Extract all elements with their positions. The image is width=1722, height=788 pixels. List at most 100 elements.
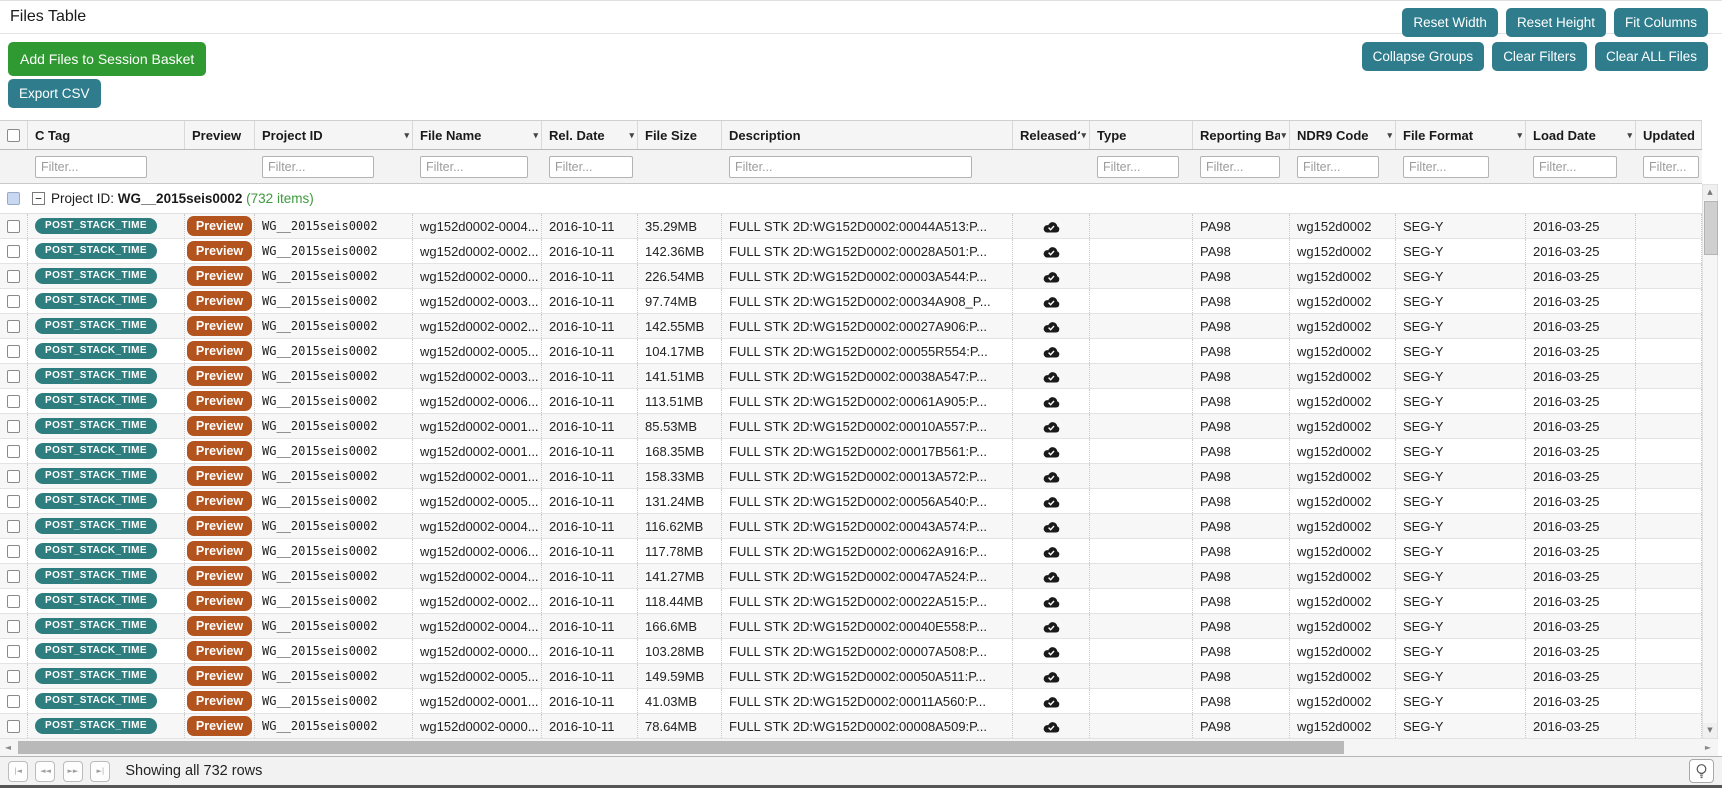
column-header-project_id[interactable]: Project ID ▾ [255,121,413,149]
preview-button[interactable]: Preview [186,416,253,436]
column-menu-icon[interactable]: ▾ [1517,130,1522,141]
group-checkbox[interactable] [7,192,20,205]
preview-button[interactable]: Preview [186,716,253,736]
filter-input-load_date[interactable] [1533,155,1617,178]
row-checkbox[interactable] [7,519,20,533]
column-menu-icon[interactable]: ▾ [1387,130,1392,141]
preview-button[interactable]: Preview [186,691,253,711]
vertical-scrollbar[interactable]: ▲ ▼ [1702,184,1718,739]
preview-button[interactable]: Preview [186,291,253,311]
preview-button[interactable]: Preview [186,566,253,586]
row-checkbox[interactable] [7,569,20,583]
preview-button[interactable]: Preview [186,491,253,511]
horizontal-scroll-thumb[interactable] [18,741,1344,754]
row-checkbox[interactable] [7,369,20,383]
row-checkbox[interactable] [7,719,20,733]
column-header-file_name[interactable]: File Name ▾ [413,121,542,149]
filter-input-project_id[interactable] [262,155,374,178]
add-files-to-session-basket-button[interactable]: Add Files to Session Basket [8,42,207,76]
row-checkbox[interactable] [7,344,20,358]
filter-input-type[interactable] [1097,155,1179,178]
row-checkbox[interactable] [7,669,20,683]
row-checkbox[interactable] [7,419,20,433]
column-menu-icon[interactable]: ▾ [404,130,409,141]
row-checkbox[interactable] [7,319,20,333]
filter-input-c_tag[interactable] [35,155,147,178]
filter-input-file_name[interactable] [420,155,528,178]
filter-input-format[interactable] [1403,155,1489,178]
preview-button[interactable]: Preview [186,391,253,411]
collapse-group-icon[interactable]: − [32,192,45,205]
preview-button[interactable]: Preview [186,441,253,461]
row-checkbox[interactable] [7,444,20,458]
select-all-checkbox[interactable] [7,128,20,142]
horizontal-scrollbar[interactable]: ◄ ► [0,739,1718,756]
row-checkbox[interactable] [7,219,20,233]
column-menu-icon[interactable]: ▾ [629,130,634,141]
preview-button[interactable]: Preview [186,516,253,536]
column-header-description[interactable]: Description [722,121,1013,149]
preview-button[interactable]: Preview [186,666,253,686]
preview-button[interactable]: Preview [186,591,253,611]
column-header-type[interactable]: Type [1090,121,1193,149]
column-header-updated[interactable]: Updated [1636,121,1702,149]
column-menu-icon[interactable]: ▾ [1281,130,1286,141]
row-checkbox[interactable] [7,619,20,633]
filter-input-rel_date[interactable] [549,155,633,178]
export-csv-button[interactable]: Export CSV [8,79,101,108]
collapse-groups-button[interactable]: Collapse Groups [1361,42,1485,71]
reset-height-button[interactable]: Reset Height [1505,8,1606,37]
scroll-right-arrow-icon[interactable]: ► [1700,743,1716,752]
vertical-scroll-thumb[interactable] [1704,201,1718,255]
preview-button[interactable]: Preview [186,316,253,336]
column-menu-icon[interactable]: ▾ [533,130,538,141]
preview-button[interactable]: Preview [186,341,253,361]
column-header-c_tag[interactable]: C Tag [28,121,185,149]
filter-input-updated[interactable] [1643,155,1699,178]
scroll-left-arrow-icon[interactable]: ◄ [0,743,16,752]
scroll-up-arrow-icon[interactable]: ▲ [1703,185,1717,200]
column-header-released[interactable]: Released? ▾ [1013,121,1090,149]
column-menu-icon[interactable]: ▾ [1627,130,1632,141]
pager-next-button[interactable]: ►► [62,760,83,782]
pager-previous-button[interactable]: ◄◄ [35,760,56,782]
column-menu-icon[interactable]: ▾ [1081,130,1086,141]
column-header-preview[interactable]: Preview [185,121,255,149]
column-header-select[interactable] [0,121,28,149]
row-checkbox[interactable] [7,269,20,283]
column-header-rel_date[interactable]: Rel. Date ▾ [542,121,638,149]
row-checkbox[interactable] [7,544,20,558]
preview-button[interactable]: Preview [186,241,253,261]
row-checkbox[interactable] [7,594,20,608]
row-checkbox[interactable] [7,244,20,258]
filter-input-reporting[interactable] [1200,155,1280,178]
column-header-reporting[interactable]: Reporting Ba ▾ [1193,121,1290,149]
clear-all-files-button[interactable]: Clear ALL Files [1594,42,1708,71]
row-checkbox[interactable] [7,644,20,658]
row-checkbox[interactable] [7,494,20,508]
preview-button[interactable]: Preview [186,216,253,236]
preview-button[interactable]: Preview [186,266,253,286]
pager-first-button[interactable]: |◄ [8,760,28,782]
preview-button[interactable]: Preview [186,541,253,561]
column-header-file_size[interactable]: File Size [638,121,722,149]
preview-button[interactable]: Preview [186,366,253,386]
row-checkbox[interactable] [7,469,20,483]
filter-input-ndr9[interactable] [1297,155,1379,178]
reset-width-button[interactable]: Reset Width [1402,8,1498,37]
clear-filters-button[interactable]: Clear Filters [1492,42,1587,71]
scroll-down-arrow-icon[interactable]: ▼ [1703,723,1717,738]
row-checkbox[interactable] [7,394,20,408]
column-header-format[interactable]: File Format ▾ [1396,121,1526,149]
preview-button[interactable]: Preview [186,641,253,661]
row-checkbox[interactable] [7,694,20,708]
row-checkbox[interactable] [7,294,20,308]
lightbulb-button[interactable] [1689,759,1714,783]
fit-columns-button[interactable]: Fit Columns [1613,8,1708,37]
column-header-load_date[interactable]: Load Date ▾ [1526,121,1636,149]
pager-last-button[interactable]: ►| [90,760,111,782]
preview-button[interactable]: Preview [186,616,253,636]
filter-input-description[interactable] [729,155,972,178]
column-header-ndr9[interactable]: NDR9 Code ▾ [1290,121,1396,149]
preview-button[interactable]: Preview [186,466,253,486]
